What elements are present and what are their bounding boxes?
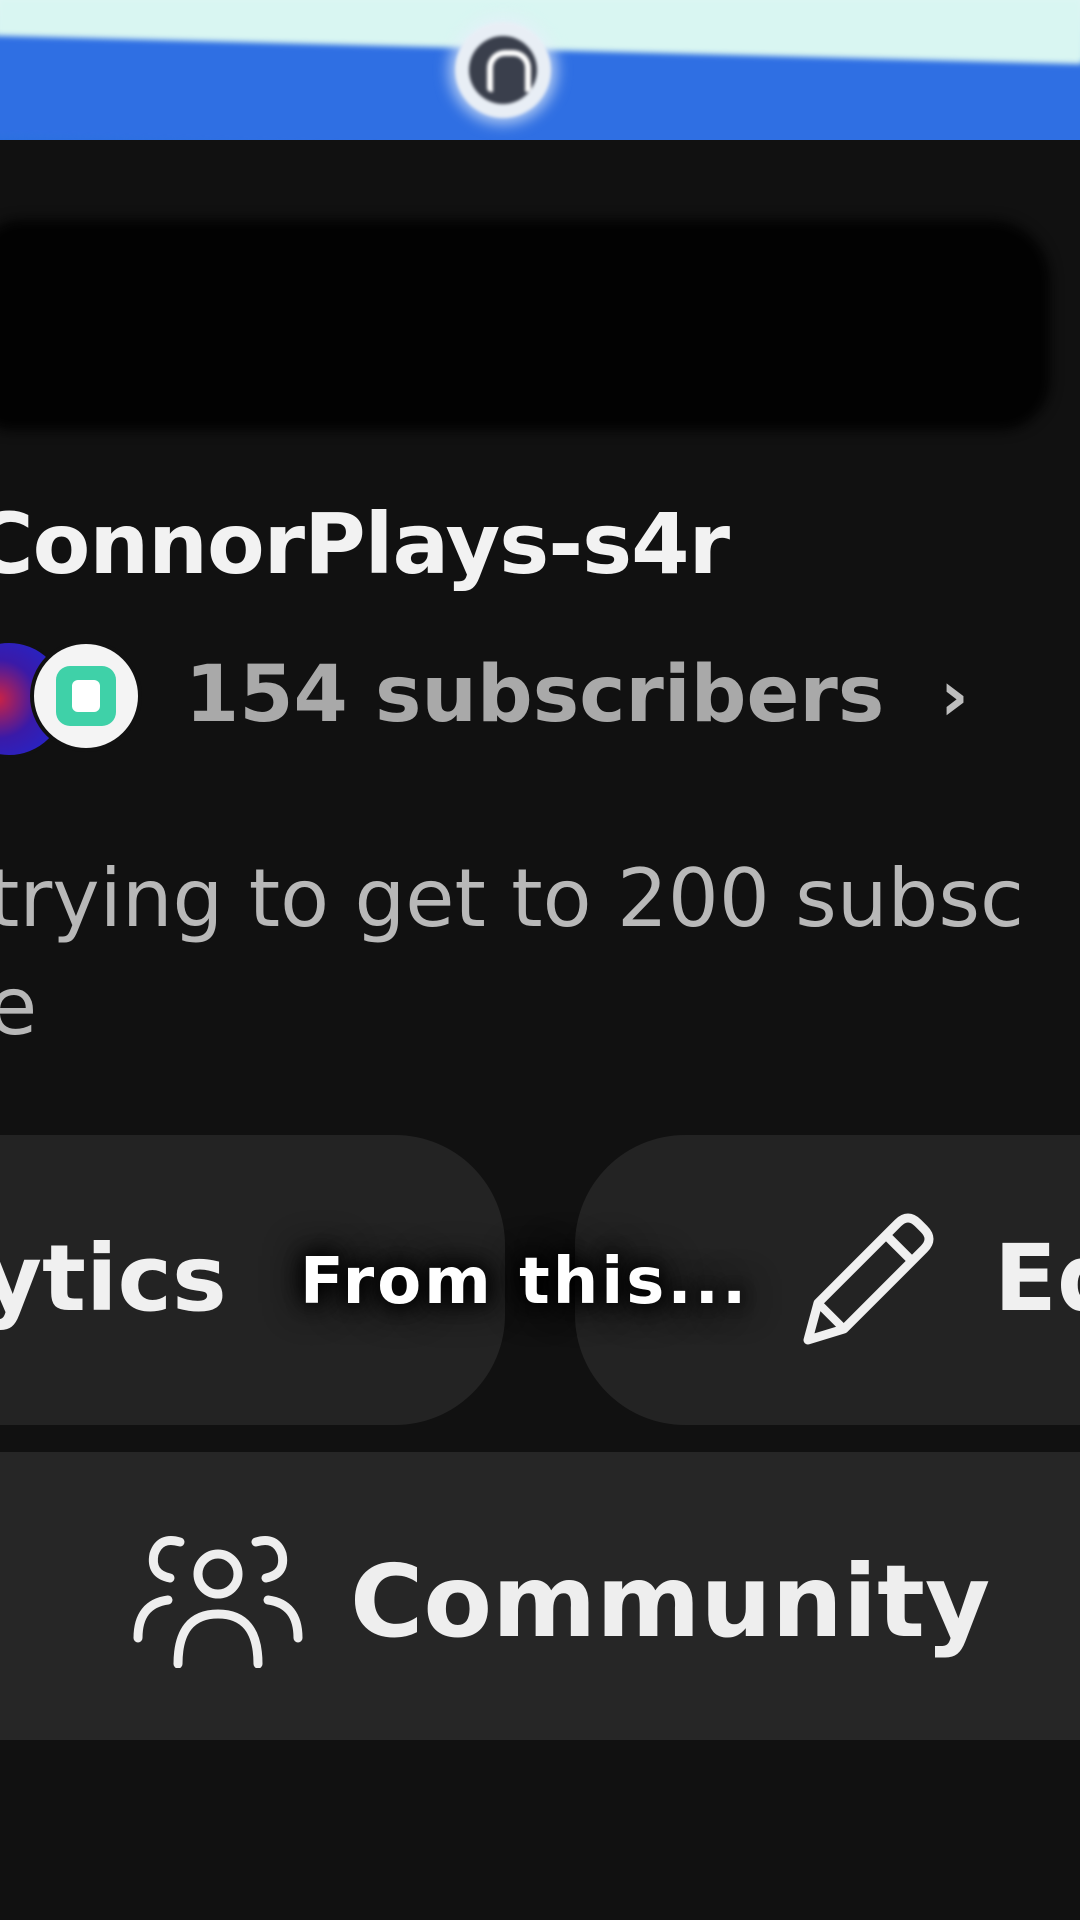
description-line: trying to get to 200 subsc — [0, 852, 1024, 945]
channel-logo-icon — [455, 22, 551, 118]
avatar-logo — [56, 666, 116, 726]
logo-mark — [487, 50, 531, 92]
channel-name: ConnorPlays-s4r — [0, 495, 730, 593]
avatar-logo-mark — [72, 680, 100, 712]
channel-banner — [0, 0, 1080, 140]
edit-button-label: Ed — [994, 1225, 1080, 1332]
logo-inner — [469, 36, 537, 104]
chevron-right-icon[interactable]: › — [940, 655, 969, 737]
pencil-icon — [803, 1213, 934, 1345]
community-button-label: Community — [350, 1543, 991, 1660]
redaction-block — [0, 220, 1050, 430]
channel-description[interactable]: trying to get to 200 subsc e — [0, 845, 1024, 1061]
description-line: e — [0, 960, 38, 1053]
avatar — [30, 640, 142, 752]
video-caption: From this... — [300, 1245, 750, 1319]
analytics-button-label: ytics — [0, 1225, 227, 1332]
people-group-icon — [133, 1536, 303, 1668]
channel-page: ConnorPlays-s4r 154 subscribers › trying… — [0, 0, 1080, 1920]
subscriber-count[interactable]: 154 subscribers — [185, 650, 884, 740]
subscriber-avatars[interactable] — [0, 640, 150, 760]
